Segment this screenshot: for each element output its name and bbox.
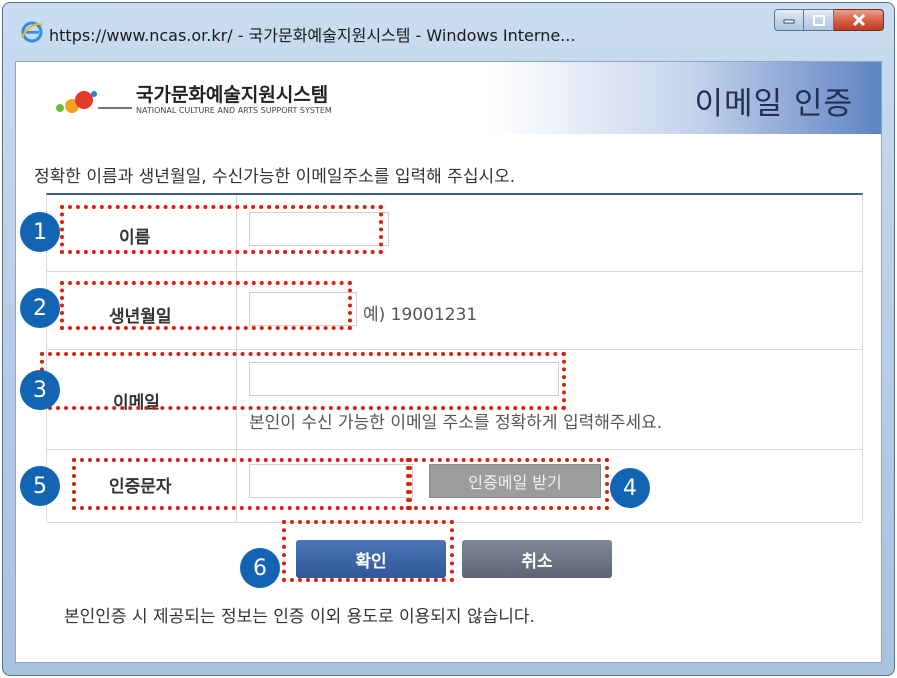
email-row: 이메일 본인이 수신 가능한 이메일 주소를 정확하게 입력해주세요. [47, 350, 862, 450]
name-label: 이름 [119, 228, 151, 248]
code-input[interactable] [249, 464, 413, 498]
page-header: 국가문화예술지원시스템 NATIONAL CULTURE AND ARTS SU… [16, 62, 881, 134]
window-controls [774, 9, 884, 35]
birthdate-row: 생년월일 예) 19001231 [47, 272, 862, 350]
get-verification-mail-button[interactable]: 인증메일 받기 [429, 464, 601, 498]
window-title: https://www.ncas.or.kr/ - 국가문화예술지원시스템 - … [49, 26, 576, 45]
verification-form: 이름 생년월일 예) 19001231 이메일 본인이 수신 가능한 이메일 주… [46, 193, 863, 523]
logo-english-text: NATIONAL CULTURE AND ARTS SUPPORT SYSTEM [136, 106, 332, 115]
privacy-note: 본인인증 시 제공되는 정보는 인증 이외 용도로 이용되지 않습니다. [64, 607, 535, 627]
annotation-badge-4: 4 [610, 468, 650, 508]
annotation-badge-5: 5 [20, 466, 60, 506]
browser-popup-window: https://www.ncas.or.kr/ - 국가문화예술지원시스템 - … [2, 2, 895, 676]
logo-korean-text: 국가문화예술지원시스템 [136, 84, 329, 106]
annotation-badge-2: 2 [20, 288, 60, 328]
email-label: 이메일 [113, 393, 160, 413]
email-input[interactable] [249, 362, 559, 396]
annotation-badge-1: 1 [20, 212, 60, 252]
birthdate-input[interactable] [249, 292, 357, 326]
maximize-button[interactable] [804, 9, 834, 31]
cancel-button[interactable]: 취소 [462, 540, 612, 578]
ncas-logo-icon [56, 91, 132, 113]
page-title: 이메일 인증 [694, 86, 853, 122]
confirm-button[interactable]: 확인 [296, 540, 446, 578]
popup-content: 국가문화예술지원시스템 NATIONAL CULTURE AND ARTS SU… [15, 61, 882, 663]
close-button[interactable] [834, 9, 884, 31]
email-hint: 본인이 수신 가능한 이메일 주소를 정확하게 입력해주세요. [249, 413, 663, 433]
instruction-text: 정확한 이름과 생년월일, 수신가능한 이메일주소를 입력해 주십시오. [34, 167, 516, 187]
name-input[interactable] [249, 212, 389, 246]
title-bar[interactable]: https://www.ncas.or.kr/ - 국가문화예술지원시스템 - … [3, 3, 894, 61]
code-row: 인증문자 인증메일 받기 [47, 450, 862, 523]
minimize-button[interactable] [774, 9, 804, 31]
minimize-icon [783, 19, 795, 24]
close-icon [852, 14, 865, 26]
birthdate-hint: 예) 19001231 [363, 305, 478, 325]
annotation-badge-6: 6 [240, 548, 280, 588]
birthdate-label: 생년월일 [109, 307, 172, 327]
annotation-badge-3: 3 [20, 370, 60, 410]
maximize-icon [812, 14, 825, 26]
code-label: 인증문자 [109, 477, 172, 497]
ie-icon [21, 21, 43, 43]
name-row: 이름 [47, 195, 862, 272]
